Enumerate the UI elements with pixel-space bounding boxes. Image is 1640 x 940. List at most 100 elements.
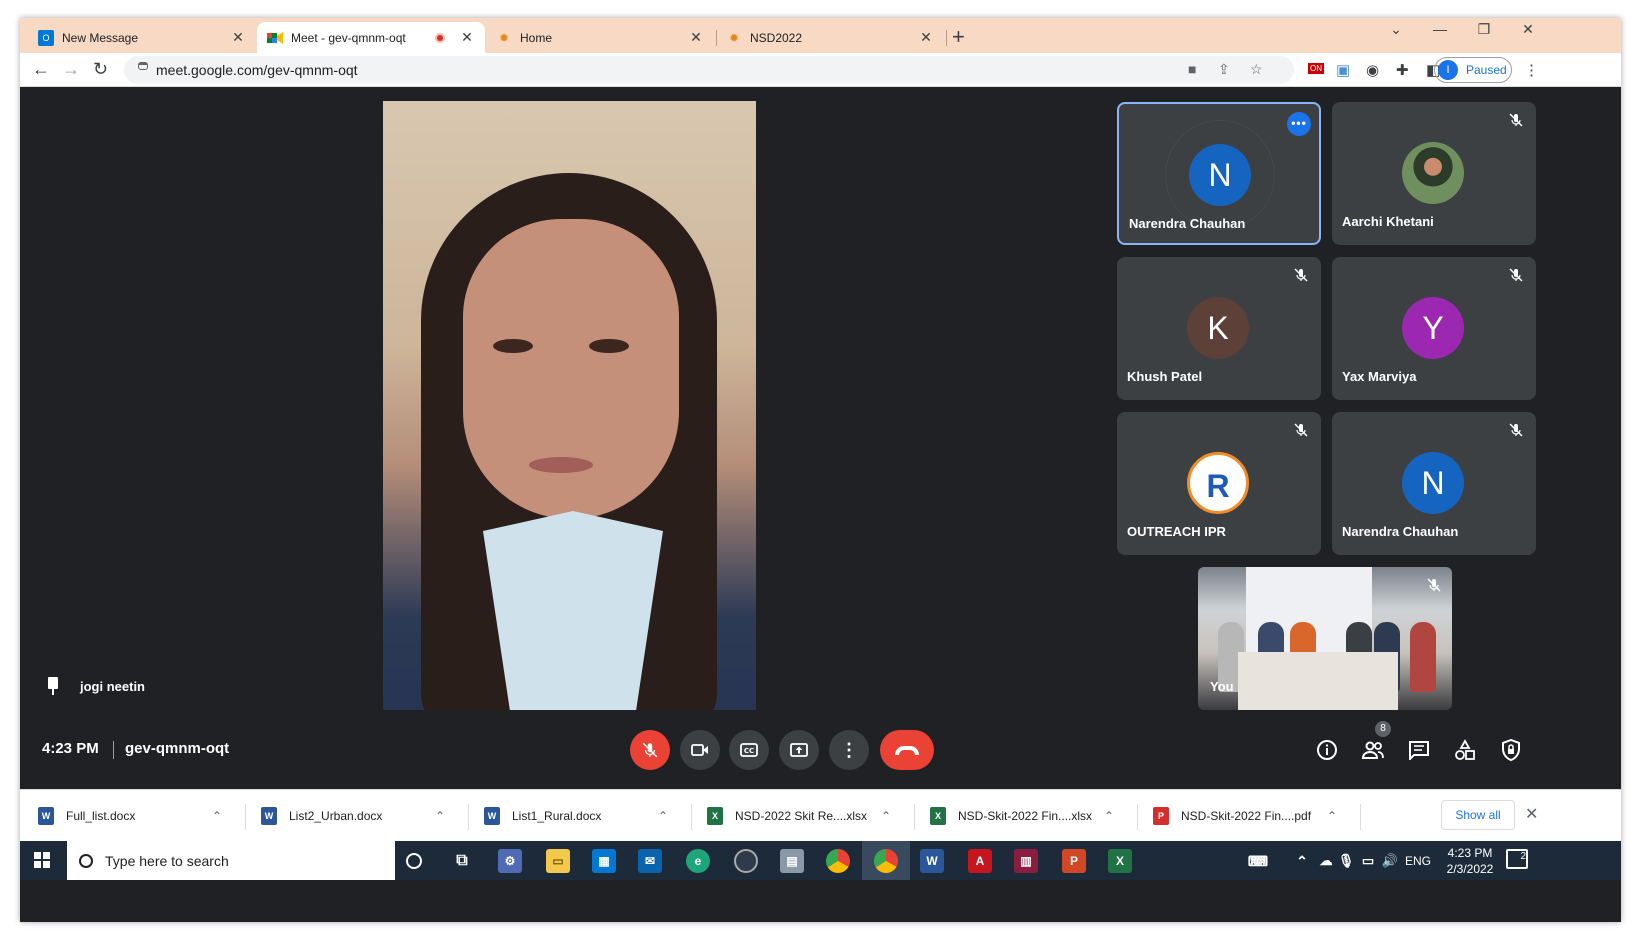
camera-in-use-icon[interactable]: ■ [1188, 61, 1196, 77]
mic-toggle-button[interactable] [630, 730, 670, 770]
close-tab-icon[interactable]: ✕ [459, 29, 475, 46]
volume-icon[interactable]: 🔊 [1378, 849, 1402, 873]
avatar-photo [1402, 142, 1464, 204]
divider [245, 804, 246, 830]
info-icon [1317, 740, 1337, 760]
tab-meet[interactable]: Meet - gev-qmnm-oqt ✕ [257, 22, 485, 53]
participant-tile[interactable]: N ••• Narendra Chauhan [1117, 102, 1321, 245]
microphone-icon[interactable]: 🎙 [1334, 849, 1358, 873]
divider [113, 741, 114, 759]
chevron-up-icon[interactable]: ⌃ [1327, 809, 1337, 823]
extension-badge-icon[interactable]: ◉ [1366, 61, 1379, 79]
download-filename: List1_Rural.docx [512, 809, 602, 823]
chevron-up-icon[interactable]: ⌃ [1104, 809, 1114, 823]
captions-button[interactable]: CC [729, 730, 769, 770]
restore-icon[interactable]: ❐ [1464, 21, 1504, 38]
chevron-up-icon[interactable]: ⌃ [658, 809, 668, 823]
participant-tile[interactable]: K Khush Patel [1117, 257, 1321, 400]
windows-start-icon[interactable] [34, 852, 50, 868]
download-item[interactable]: P NSD-Skit-2022 Fin....pdf ⌃ [1153, 798, 1337, 834]
excel-icon[interactable]: X [1108, 849, 1132, 873]
mail-icon[interactable]: ✉ [638, 849, 662, 873]
more-options-icon[interactable]: ••• [1287, 112, 1311, 136]
more-options-button[interactable]: ⋮ [829, 730, 869, 770]
close-downloads-icon[interactable]: ✕ [1525, 804, 1538, 824]
task-view-icon[interactable]: ⧉ [450, 849, 474, 873]
download-item[interactable]: W List1_Rural.docx ⌃ [484, 798, 668, 834]
tab-strip: O New Message ✕ Meet - gev-qmnm-oqt ✕ ✹ … [20, 18, 1621, 53]
download-item[interactable]: X NSD-2022 Skit Re....xlsx ⌃ [707, 798, 891, 834]
tab-new-message[interactable]: O New Message ✕ [28, 22, 256, 53]
edge-icon[interactable]: e [686, 849, 710, 873]
profile-button[interactable]: I Paused [1434, 57, 1512, 83]
participant-tile[interactable]: Aarchi Khetani [1332, 102, 1536, 245]
close-window-icon[interactable]: ✕ [1508, 21, 1548, 38]
chevron-up-icon[interactable]: ⌃ [1290, 849, 1314, 873]
meeting-details-button[interactable] [1314, 737, 1340, 763]
divider [1360, 804, 1361, 830]
taskbar-search-input[interactable]: Type here to search [67, 841, 395, 880]
activities-button[interactable] [1452, 737, 1478, 763]
chrome-profile-icon[interactable] [874, 849, 898, 873]
powerpoint-icon[interactable]: P [1062, 849, 1086, 873]
reload-icon[interactable]: ↻ [93, 59, 108, 80]
tab-nsd2022[interactable]: ✹ NSD2022 ✕ [716, 22, 944, 53]
extension-screen-icon[interactable]: ▣ [1336, 61, 1350, 79]
pin-icon[interactable] [46, 677, 60, 695]
chevron-up-icon[interactable]: ⌃ [435, 809, 445, 823]
close-tab-icon[interactable]: ✕ [688, 29, 704, 46]
tab-home[interactable]: ✹ Home ✕ [486, 22, 714, 53]
download-item[interactable]: W List2_Urban.docx ⌃ [261, 798, 445, 834]
forward-icon[interactable]: → [62, 59, 80, 80]
address-bar[interactable]: meet.google.com/gev-qmnm-oqt ■ ⇪ ☆ [124, 56, 1294, 84]
taskbar-clock[interactable]: 4:23 PM 2/3/2022 [1440, 845, 1500, 877]
people-button[interactable] [1360, 737, 1386, 763]
tab-search-icon[interactable]: ⌄ [1376, 21, 1416, 38]
minimize-icon[interactable]: — [1420, 21, 1460, 37]
self-view-video[interactable]: You [1198, 567, 1452, 710]
people-icon [1361, 741, 1384, 759]
bookmark-star-icon[interactable]: ☆ [1250, 61, 1263, 78]
winrar-icon[interactable]: ▥ [1014, 849, 1038, 873]
share-icon[interactable]: ⇪ [1218, 61, 1230, 78]
self-view-label: You [1210, 679, 1234, 694]
notifications-icon[interactable]: 2 [1506, 849, 1528, 869]
pinned-video[interactable] [383, 101, 756, 710]
obs-icon[interactable] [734, 849, 758, 873]
cortana-icon[interactable] [406, 853, 422, 869]
word-file-icon: W [38, 807, 54, 825]
chevron-up-icon[interactable]: ⌃ [881, 809, 891, 823]
keyboard-icon[interactable]: ⌨ [1246, 849, 1270, 873]
present-screen-button[interactable] [779, 730, 819, 770]
close-tab-icon[interactable]: ✕ [230, 29, 246, 46]
divider [691, 804, 692, 830]
camera-toggle-button[interactable] [680, 730, 720, 770]
participant-tile[interactable]: R OUTREACH IPR [1117, 412, 1321, 555]
participant-tile[interactable]: N Narendra Chauhan [1332, 412, 1536, 555]
participant-tile[interactable]: Y Yax Marviya [1332, 257, 1536, 400]
close-tab-icon[interactable]: ✕ [918, 29, 934, 46]
pdf-file-icon: P [1153, 807, 1169, 825]
chrome-icon[interactable] [826, 849, 850, 873]
download-item[interactable]: X NSD-Skit-2022 Fin....xlsx ⌃ [930, 798, 1114, 834]
end-call-button[interactable] [880, 730, 934, 770]
menu-kebab-icon[interactable]: ⋮ [1524, 61, 1539, 79]
show-all-button[interactable]: Show all [1441, 800, 1515, 830]
download-item[interactable]: W Full_list.docx ⌃ [38, 798, 222, 834]
extension-on-icon[interactable]: ON [1308, 63, 1324, 74]
new-tab-button[interactable]: + [952, 24, 965, 50]
url-text[interactable]: meet.google.com/gev-qmnm-oqt [156, 62, 358, 78]
network-icon[interactable]: ▭ [1356, 849, 1380, 873]
widgets-app-icon[interactable]: ⚙ [498, 849, 522, 873]
store-icon[interactable]: ▦ [592, 849, 616, 873]
chat-button[interactable] [1406, 737, 1432, 763]
host-controls-button[interactable] [1498, 737, 1524, 763]
language-indicator[interactable]: ENG [1400, 849, 1436, 873]
extensions-puzzle-icon[interactable]: ✚ [1396, 61, 1409, 79]
acrobat-icon[interactable]: A [968, 849, 992, 873]
back-icon[interactable]: ← [32, 59, 50, 80]
file-explorer-icon[interactable]: ▭ [546, 849, 570, 873]
chevron-up-icon[interactable]: ⌃ [212, 809, 222, 823]
word-icon[interactable]: W [920, 849, 944, 873]
network-app-icon[interactable]: ▤ [780, 849, 804, 873]
